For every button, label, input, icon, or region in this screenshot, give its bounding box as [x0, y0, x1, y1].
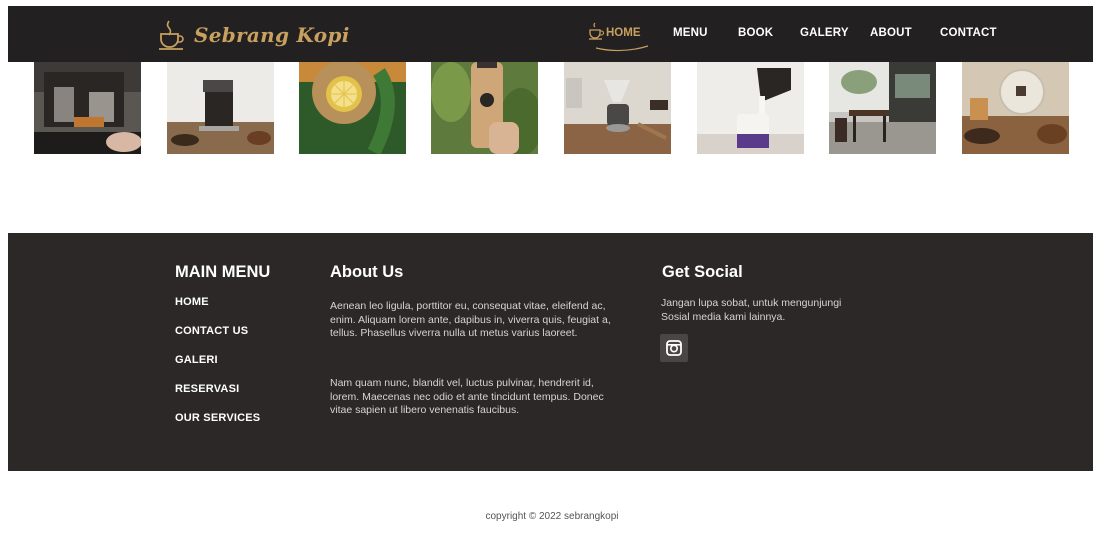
copyright-text: copyright © 2022 sebrangkopi — [485, 511, 619, 522]
nav-about[interactable]: ABOUT — [870, 27, 912, 39]
main-menu-title: MAIN MENU — [175, 263, 271, 281]
main-nav: HOME MENU BOOK GALERY ABOUT CONTACT — [8, 6, 1093, 62]
nav-galery[interactable]: GALERY — [800, 27, 849, 39]
footer-link-our-services[interactable]: OUR SERVICES — [175, 412, 260, 441]
nav-home-label: HOME — [606, 27, 641, 39]
nav-contact[interactable]: CONTACT — [940, 27, 997, 39]
gallery-photo-milk-pour[interactable] — [697, 62, 804, 154]
footer-link-galeri[interactable]: GALERI — [175, 354, 260, 383]
about-title: About Us — [330, 263, 404, 281]
footer-menu-list: HOME CONTACT US GALERI RESERVASI OUR SER… — [175, 296, 260, 441]
coffee-cup-icon — [589, 22, 604, 40]
footer-link-contact-us[interactable]: CONTACT US — [175, 325, 260, 354]
about-paragraph-1: Aenean leo ligula, porttitor eu, consequ… — [330, 300, 611, 339]
navbar: Sebrang Kopi HOME MENU BOOK GALERY ABOUT… — [8, 6, 1093, 62]
gallery-photo-coffee-pot[interactable] — [962, 62, 1069, 154]
footer: MAIN MENU HOME CONTACT US GALERI RESERVA… — [8, 233, 1093, 471]
nav-menu[interactable]: MENU — [673, 27, 708, 39]
nav-home[interactable]: HOME — [588, 20, 650, 54]
instagram-button[interactable] — [660, 334, 688, 362]
footer-link-reservasi[interactable]: RESERVASI — [175, 383, 260, 412]
gallery-photo-espresso-machine[interactable] — [34, 62, 141, 154]
about-paragraph-2: Nam quam nunc, blandit vel, luctus pulvi… — [330, 377, 604, 416]
gallery-photo-drip-coffee[interactable] — [167, 62, 274, 154]
gallery-strip — [0, 62, 1094, 154]
gallery-photo-pour-over[interactable] — [564, 62, 671, 154]
footer-link-home[interactable]: HOME — [175, 296, 260, 325]
underline-swoosh — [595, 45, 649, 52]
social-title: Get Social — [662, 263, 743, 281]
instagram-icon — [666, 340, 682, 356]
gallery-photo-lemon-drink[interactable] — [299, 62, 406, 154]
gallery-photo-bottled-coffee[interactable] — [431, 62, 538, 154]
gallery-photo-cafe-interior[interactable] — [829, 62, 936, 154]
social-text: Jangan lupa sobat, untuk mengunjungi Sos… — [661, 297, 842, 323]
nav-book[interactable]: BOOK — [738, 27, 773, 39]
